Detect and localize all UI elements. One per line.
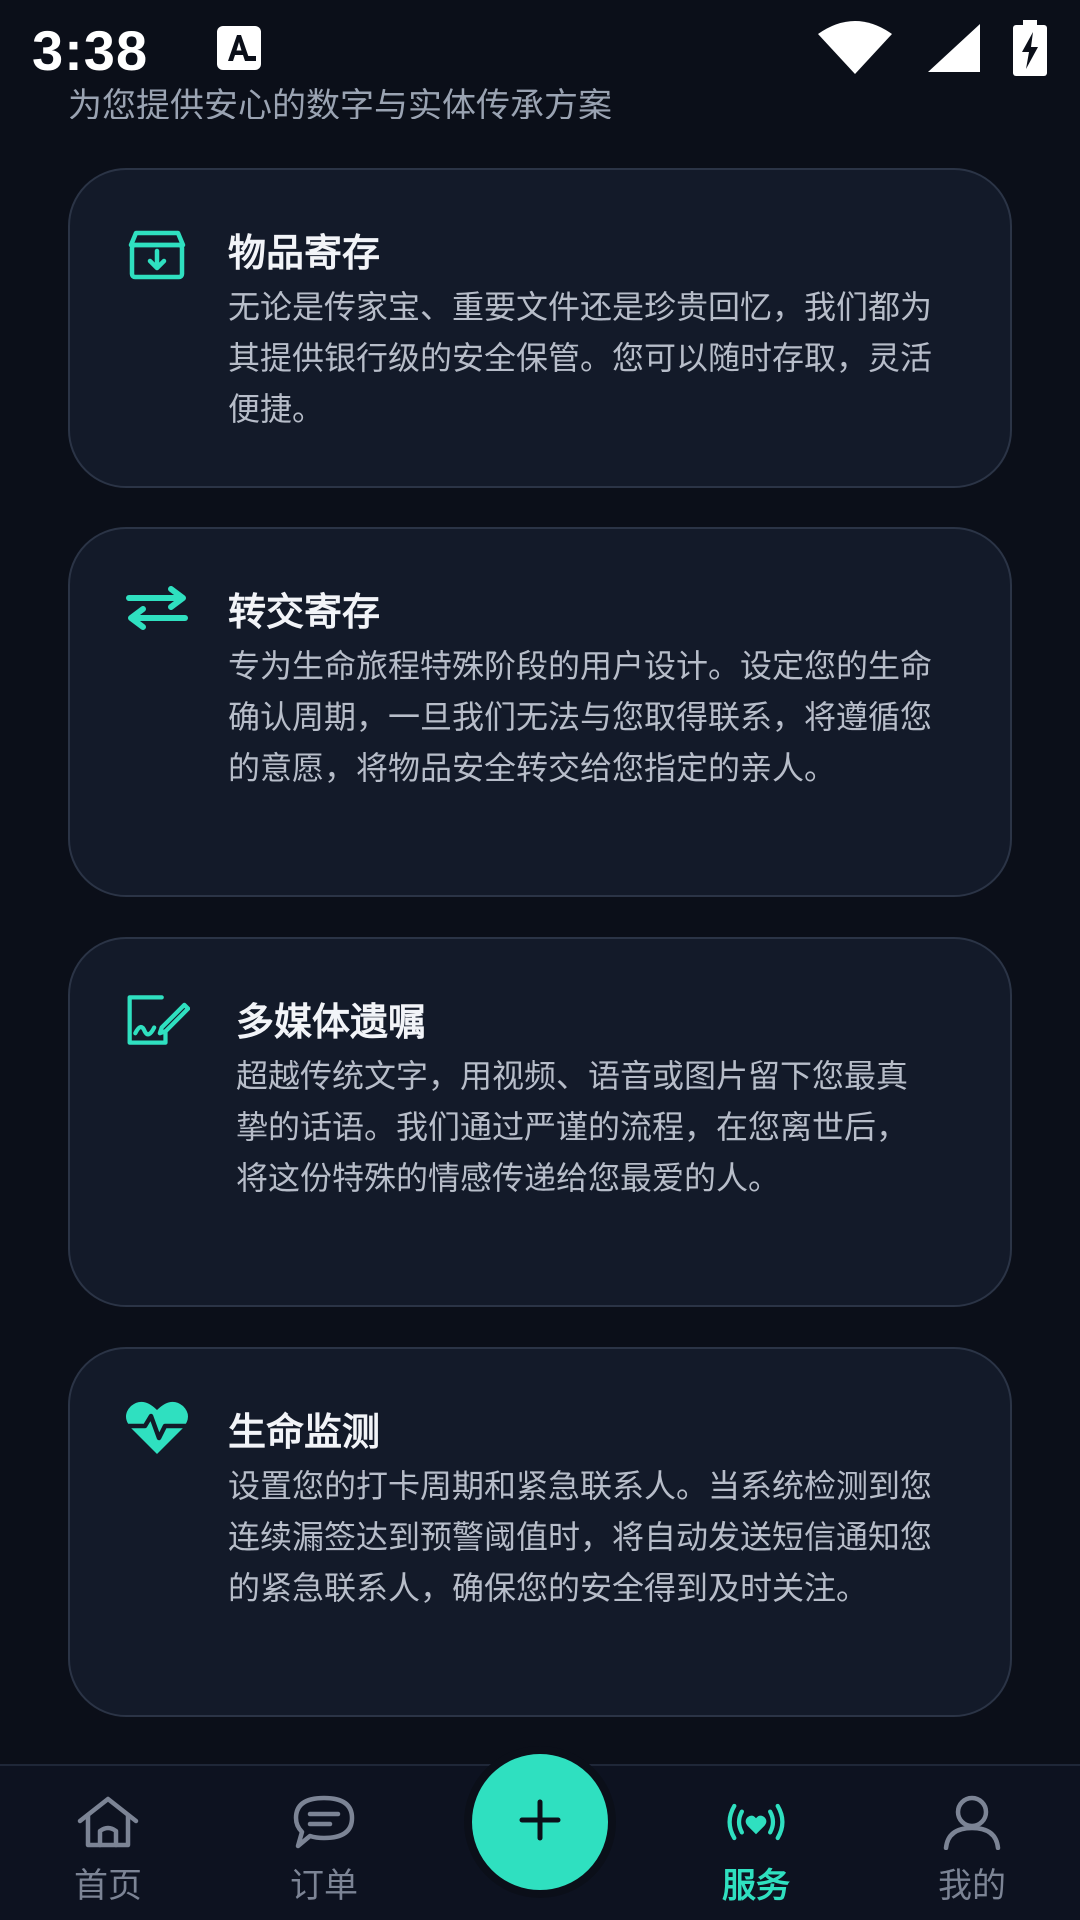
add-fab-button[interactable]	[464, 1746, 616, 1898]
nav-item-home[interactable]: 首页	[18, 1766, 198, 1920]
battery-charging-icon	[1012, 19, 1048, 81]
status-bar: 3:38	[0, 0, 1080, 100]
transfer-arrows-icon	[124, 575, 190, 641]
status-time: 3:38	[32, 18, 149, 82]
service-card-life-monitoring[interactable]: 生命监测 设置您的打卡周期和紧急联系人。当系统检测到您连续漏签达到预警阈值时，将…	[68, 1347, 1012, 1717]
user-icon	[939, 1792, 1005, 1852]
service-description: 专为生命旅程特殊阶段的用户设计。设定您的生命确认周期，一旦我们无法与您取得联系，…	[228, 647, 933, 787]
service-description: 设置您的打卡周期和紧急联系人。当系统检测到您连续漏签达到预警阈值时，将自动发送短…	[228, 1467, 933, 1607]
chat-bubble-icon	[291, 1792, 357, 1852]
signature-document-icon	[124, 987, 190, 1053]
nav-label: 我的	[938, 1866, 1006, 1906]
cell-signal-icon	[924, 22, 982, 78]
service-title: 转交寄存	[228, 590, 381, 634]
font-a-icon	[216, 25, 262, 75]
service-card-transfer[interactable]: 转交寄存 专为生命旅程特殊阶段的用户设计。设定您的生命确认周期，一旦我们无法与您…	[68, 527, 1012, 897]
wifi-icon	[816, 20, 894, 80]
nav-item-services[interactable]: 服务	[666, 1766, 846, 1920]
nav-item-orders[interactable]: 订单	[234, 1766, 414, 1920]
nav-item-profile[interactable]: 我的	[882, 1766, 1062, 1920]
service-title: 多媒体遗嘱	[236, 1000, 427, 1044]
service-card-multimedia-will[interactable]: 多媒体遗嘱 超越传统文字，用视频、语音或图片留下您最真挚的话语。我们通过严谨的流…	[68, 937, 1012, 1307]
heart-pulse-icon	[124, 1395, 190, 1461]
archive-download-icon	[124, 222, 190, 288]
service-description: 无论是传家宝、重要文件还是珍贵回忆，我们都为其提供银行级的安全保管。您可以随时存…	[228, 288, 933, 428]
service-title: 生命监测	[228, 1410, 381, 1454]
service-description: 超越传统文字，用视频、语音或图片留下您最真挚的话语。我们通过严谨的流程，在您离世…	[236, 1057, 909, 1197]
home-icon	[75, 1792, 141, 1852]
nav-label: 首页	[74, 1866, 142, 1906]
services-screen: 3:38 为您提供安心的数字与实体传承方案 物品寄存 无论是传家宝、重要文件还是…	[0, 0, 1080, 1920]
nav-label: 服务	[722, 1866, 790, 1906]
service-card-storage[interactable]: 物品寄存 无论是传家宝、重要文件还是珍贵回忆，我们都为其提供银行级的安全保管。您…	[68, 168, 1012, 488]
broadcast-heart-icon	[723, 1792, 789, 1852]
service-title: 物品寄存	[228, 231, 381, 275]
plus-icon	[516, 1796, 564, 1848]
nav-label: 订单	[290, 1866, 358, 1906]
